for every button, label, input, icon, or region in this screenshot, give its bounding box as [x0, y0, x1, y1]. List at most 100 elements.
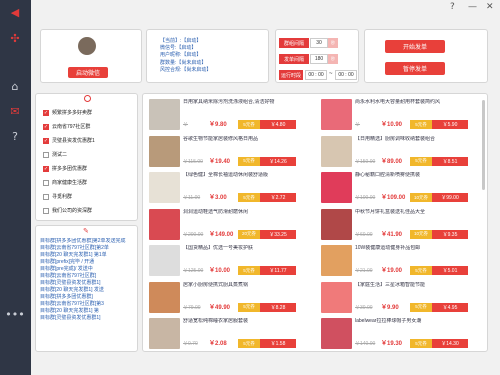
minimize-icon[interactable]: —	[468, 2, 477, 12]
product-thumbnail[interactable]	[321, 99, 352, 130]
product-thumbnail[interactable]	[149, 318, 180, 349]
product-thumbnail[interactable]	[321, 281, 352, 313]
start-sending-button[interactable]: 开始发单	[385, 40, 445, 53]
coupon-badge: 5元券	[410, 302, 432, 312]
group-item[interactable]: ✓ 频繁拼多多好卖群	[43, 108, 92, 117]
product-card[interactable]: 舒适宽松纯棉睡衣家居服套装 ￥0.70 ￥2.08 5元券 ￥1.58	[149, 318, 317, 351]
help-circle-icon[interactable]: ?	[450, 2, 455, 12]
group-item[interactable]: 测试二	[43, 150, 67, 159]
group-item[interactable]: ✓ 灵璧县资发优惠群1	[43, 136, 95, 145]
interval-label: 群组间隔	[279, 38, 309, 48]
status-info-panel: 【当前】:【启动】 微信号:【启动】 用户昵称:【启动】 群数量:【尚未启动】 风控合规…	[146, 29, 269, 83]
product-card[interactable]: 洞洞运动鞋透气防滑耐磨休闲 ￥200.00 ￥149.00 20元券 ￥33.25	[149, 208, 317, 246]
product-card[interactable]: 日用家具纳米除污剂洗涤液组合,清洁好物 ￥ ￥9.80 5元券 ￥4.80	[149, 99, 317, 136]
product-thumbnail[interactable]	[321, 318, 352, 349]
network-icon[interactable]: ✣	[7, 30, 23, 46]
sidebar: ◀ ✣ ⌂ ✉ ? •••	[0, 0, 31, 375]
product-title[interactable]: 【家庭生活】三星冰箱智能节能	[355, 282, 487, 296]
group-item[interactable]: 寻觅利群	[43, 192, 72, 201]
group-label: 寻觅利群	[52, 194, 73, 200]
product-title[interactable]: 尚永水利水电大容量耐用杯套装简约风	[355, 99, 487, 113]
final-price: ￥11.77	[260, 266, 296, 275]
product-info: 尚永水利水电大容量耐用杯套装简约风 ￥ ￥10.90 5元券 ￥5.90	[355, 99, 487, 136]
close-icon[interactable]: ✕	[486, 2, 494, 12]
group-checkbox[interactable]	[43, 179, 49, 186]
product-thumbnail[interactable]	[321, 172, 352, 203]
time-start-input[interactable]: 00 : 00	[305, 70, 327, 80]
product-thumbnail[interactable]	[149, 245, 180, 276]
group-item[interactable]: ✓ 拼多多团优惠群	[43, 164, 87, 173]
product-card[interactable]: 【家庭生活】三星冰箱智能节能 ￥30.00 ￥9.90 5元券 ￥4.95	[321, 281, 487, 319]
product-info: 舒适宽松纯棉睡衣家居服套装 ￥0.70 ￥2.08 5元券 ￥1.58	[183, 318, 317, 351]
product-title[interactable]: 10W装健康运动健身补品包邮	[355, 245, 487, 259]
product-thumbnail[interactable]	[321, 208, 352, 240]
group-item[interactable]: ✓ 云南省797社区群	[43, 122, 90, 131]
group-item[interactable]: 商家健康生活群	[43, 178, 87, 187]
mail-icon[interactable]: ✉	[7, 103, 23, 119]
product-card[interactable]: 谷歌生物节能家居装修风格日用品 ￥115.00 ￥19.40 5元券 ￥14.26	[149, 135, 317, 173]
product-thumbnail[interactable]	[321, 245, 352, 276]
start-wechat-button[interactable]: 启动微信	[68, 67, 108, 78]
original-price: ￥115.00	[183, 158, 203, 165]
product-card[interactable]: 【国货精品】优选一号美妆护肤 ￥125.00 ￥10.00 5元券 ￥11.77	[149, 245, 317, 282]
group-checkbox[interactable]: ✓	[43, 165, 49, 172]
product-card[interactable]: 【绿色健】全棉长袖运动休闲装舒适版 ￥11.00 ￥3.00 5元券 ￥2.72	[149, 172, 317, 209]
product-title[interactable]: 谷歌生物节能家居装修风格日用品	[183, 136, 317, 150]
group-checkbox[interactable]	[43, 193, 49, 200]
group-list-panel: ✓ 频繁拼多多好卖群 ✓ 云南省797社区群 ✓ 灵璧县资发优惠群1 测试二 ✓ 拼多多团优惠群…	[35, 93, 138, 221]
final-price: ￥2.72	[260, 193, 296, 202]
product-title[interactable]: 【日用精选】厨房调味收纳套装组合	[355, 136, 487, 150]
product-info: 日用家具纳米除污剂洗涤液组合,清洁好物 ￥ ￥9.80 5元券 ￥4.80	[183, 99, 317, 136]
coupon-badge: 5元券	[238, 120, 260, 129]
group-item[interactable]: 我们公司的资深群	[43, 206, 92, 215]
group-checkbox[interactable]	[43, 151, 49, 158]
group-checkbox[interactable]: ✓	[43, 137, 49, 144]
product-card[interactable]: 居家小厨房便携式厨具蒸煮锅 ￥79.00 ￥49.90 5元券 ￥8.28	[149, 281, 317, 319]
home-icon[interactable]: ⌂	[7, 78, 23, 94]
coupon-badge: 5元券	[410, 339, 432, 348]
product-thumbnail[interactable]	[321, 135, 352, 167]
pause-sending-button[interactable]: 暂停发单	[385, 62, 445, 75]
send-input[interactable]: 180	[310, 54, 328, 64]
product-card[interactable]: 10W装健康运动健身补品包邮 ￥21.00 ￥19.00 5元券 ￥5.01	[321, 245, 487, 282]
product-card[interactable]: 静心秘籍口腔清新喷雾便携装 ￥100.00 ￥109.00 10元券 ￥99.00	[321, 172, 487, 209]
product-title[interactable]: 舒适宽松纯棉睡衣家居服套装	[183, 318, 317, 332]
final-price: ￥5.90	[432, 120, 468, 129]
product-title[interactable]: 日用家具纳米除污剂洗涤液组合,清洁好物	[183, 99, 317, 113]
interval-input[interactable]: 30	[310, 38, 328, 48]
coupon-badge: 20元券	[238, 229, 260, 239]
product-title[interactable]: 洞洞运动鞋透气防滑耐磨休闲	[183, 209, 317, 223]
more-icon[interactable]: •••	[5, 306, 24, 322]
product-title[interactable]: labelwear拉拉棒球帽子男女潮	[355, 318, 487, 332]
product-thumbnail[interactable]	[149, 99, 180, 130]
product-title[interactable]: 【国货精品】优选一号美妆护肤	[183, 245, 317, 259]
interval-unit: 秒	[328, 38, 338, 48]
log-line: 目标群[灵璧县资发优惠群1]	[40, 280, 101, 286]
product-title[interactable]: 【绿色健】全棉长袖运动休闲装舒适版	[183, 172, 317, 186]
product-title[interactable]: 居家小厨房便携式厨具蒸煮锅	[183, 282, 317, 296]
product-info: 居家小厨房便携式厨具蒸煮锅 ￥79.00 ￥49.90 5元券 ￥8.28	[183, 282, 317, 319]
coupon-badge: 5元券	[410, 266, 432, 275]
product-card[interactable]: 尚永水利水电大容量耐用杯套装简约风 ￥ ￥10.90 5元券 ￥5.90	[321, 99, 487, 136]
log-line: 目标群[pre完成]/ 发送中	[40, 266, 93, 272]
group-checkbox[interactable]	[43, 207, 49, 214]
product-thumbnail[interactable]	[149, 208, 180, 240]
group-checkbox[interactable]: ✓	[43, 123, 49, 130]
log-line: 目标群[20 聊天完发群1] 第1单	[40, 252, 107, 258]
product-title[interactable]: 静心秘籍口腔清新喷雾便携装	[355, 172, 487, 186]
product-thumbnail[interactable]	[149, 172, 180, 203]
product-card[interactable]: 【日用精选】厨房调味收纳套装组合 ￥150.00 ￥89.00 5元券 ￥8.51	[321, 135, 487, 173]
sale-price: ￥19.30	[381, 341, 403, 347]
time-end-input[interactable]: 00 : 00	[335, 70, 357, 80]
product-card[interactable]: labelwear拉拉棒球帽子男女潮 ￥140.00 ￥19.30 5元券 ￥14.30	[321, 318, 487, 351]
coupon-badge: 5元券	[238, 156, 260, 166]
product-grid-panel: 日用家具纳米除污剂洗涤液组合,清洁好物 ￥ ￥9.80 5元券 ￥4.80 尚永水利水电大…	[142, 93, 488, 352]
help-icon[interactable]: ?	[7, 128, 23, 144]
product-thumbnail[interactable]	[149, 281, 180, 313]
group-checkbox[interactable]: ✓	[43, 109, 49, 116]
product-thumbnail[interactable]	[149, 135, 180, 167]
scrollbar[interactable]	[482, 100, 485, 190]
product-card[interactable]: 中秋节月饼礼盒装送礼佳品大全 ￥60.00 ￥41.90 10元券 ￥9.35	[321, 208, 487, 246]
original-price: ￥100.00	[355, 195, 376, 201]
product-title[interactable]: 中秋节月饼礼盒装送礼佳品大全	[355, 209, 487, 223]
